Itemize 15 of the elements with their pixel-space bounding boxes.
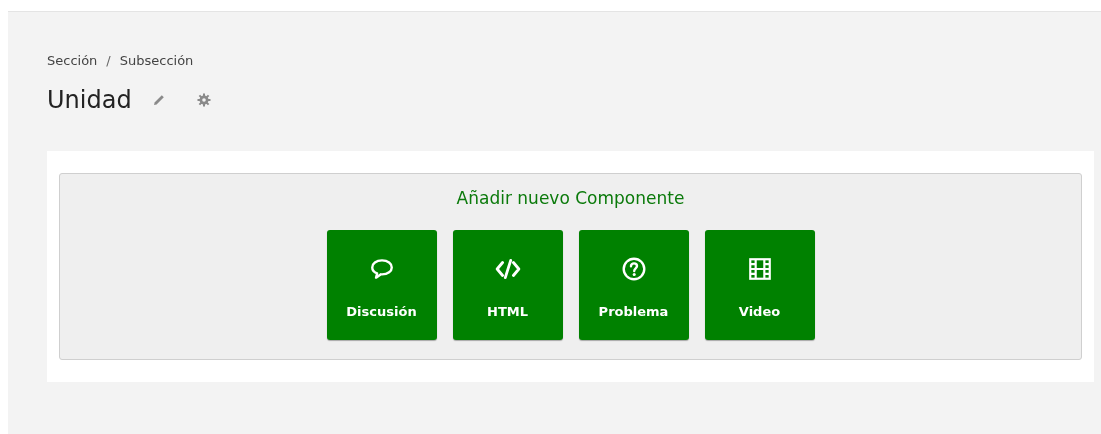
code-icon [494,256,521,282]
film-icon [746,256,773,282]
component-button[interactable]: Video [704,230,815,340]
breadcrumb-link[interactable]: Subsección [119,52,194,68]
breadcrumb-link[interactable]: Sección [47,52,98,68]
component-button[interactable]: Discusión [326,230,437,340]
add-component-heading: Añadir nuevo Componente [456,188,685,210]
unit-title: Unidad [47,86,132,114]
pencil-icon[interactable] [151,93,166,107]
question-circle-icon [620,256,647,282]
component-button[interactable]: Problema [578,230,689,340]
speech-bubble-icon [368,256,395,282]
component-button[interactable]: HTML [452,230,563,340]
settings-icon[interactable] [196,93,211,107]
breadcrumb-separator: / [106,52,111,68]
